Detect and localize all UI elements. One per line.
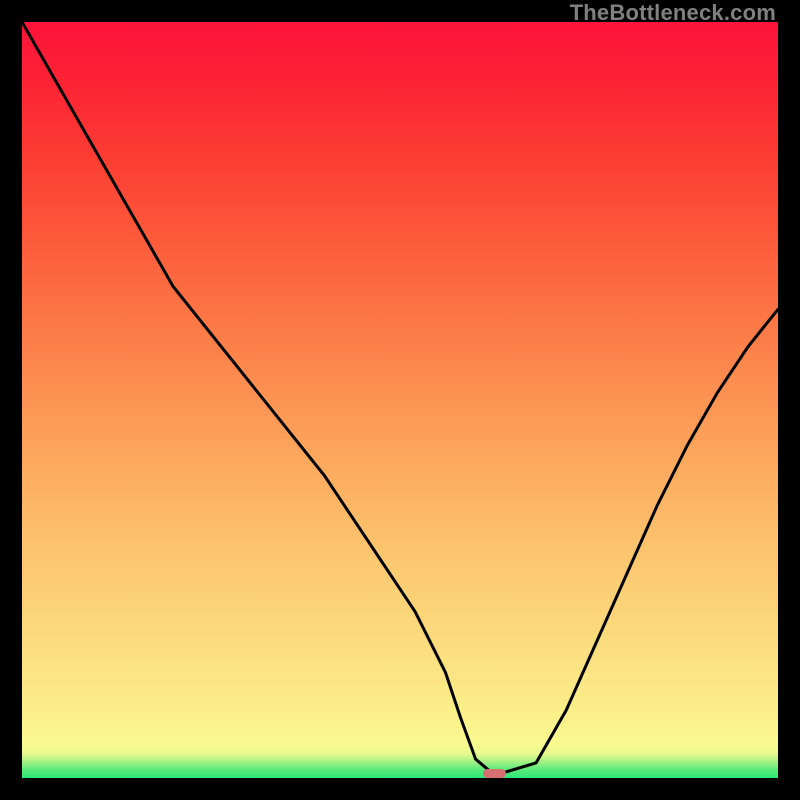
bottleneck-curve	[22, 22, 778, 778]
optimum-marker	[483, 769, 506, 778]
attribution-label: TheBottleneck.com	[570, 0, 776, 26]
chart-container: TheBottleneck.com	[0, 0, 800, 800]
plot-area	[22, 22, 778, 778]
